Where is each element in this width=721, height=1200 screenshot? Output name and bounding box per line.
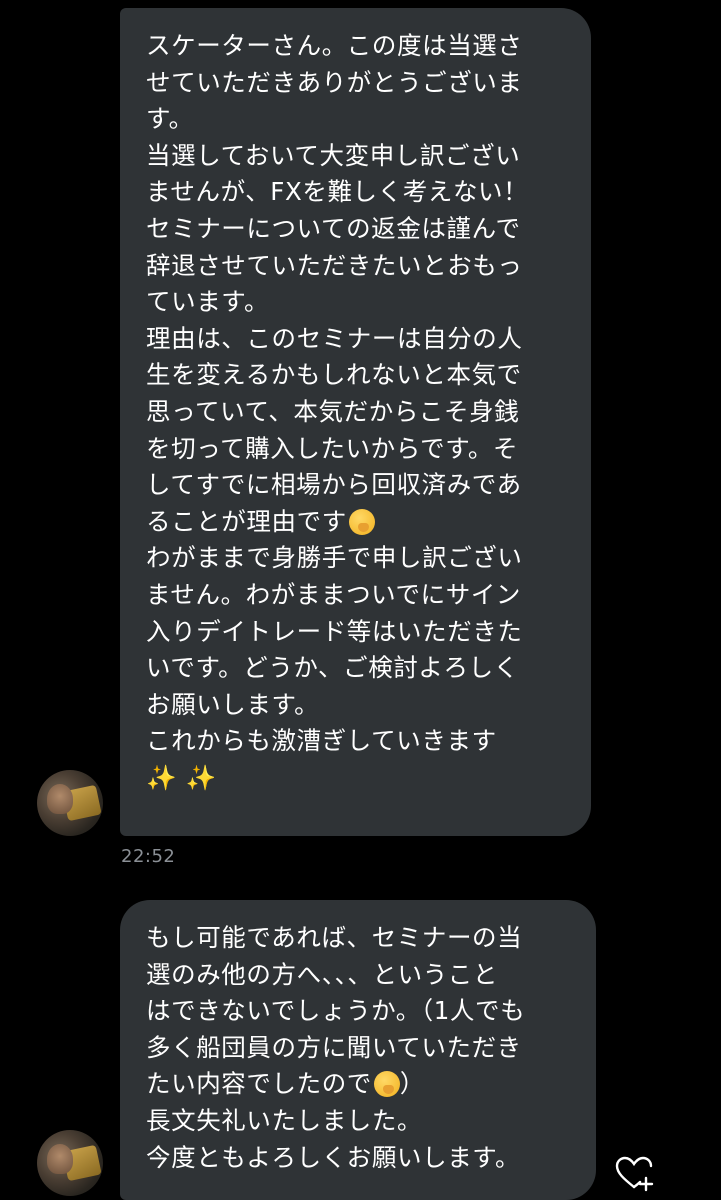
message-line-text: ることが理由です [146,506,347,536]
message-line: ることが理由です [146,504,567,541]
message-bubble[interactable]: もし可能であれば、セミナーの当 選のみ他の方へ、、、ということ はできないでしょ… [120,900,596,1200]
message-line: もし可能であれば、セミナーの当 [146,923,523,952]
sparkles-emoji-icon: ✨ ✨ [146,762,217,792]
message-line: はできないでしょうか。（1人でも [146,996,526,1026]
hand-over-mouth-emoji-icon [373,1071,400,1098]
heart-plus-icon[interactable] [614,1154,654,1194]
message-line: 入りデイトレード等はいただきた [146,616,523,646]
hand-over-mouth-emoji-icon [348,508,375,535]
message-line: 選のみ他の方へ、、、ということ [146,959,498,989]
message-line: 思っていて、本気だからこそ身銭 [146,396,520,426]
message-line: スケーターさん。この度は当選さ [146,31,523,60]
user-avatar[interactable] [37,1130,103,1196]
message-line: せていただきありがとうございま [146,67,523,97]
message-line: してすでに相場から回収済みであ [146,470,522,500]
message-line: ませんが、FXを難しく考えない！ [146,177,529,207]
message-line: す。 [146,104,194,134]
message-line: 当選しておいて大変申し訳ござい [146,140,521,170]
message-line: わがままで身勝手で申し訳ござい [146,543,523,573]
message-line: 多く船団員の方に聞いていただき [146,1032,522,1062]
message-line: ません。わがままついでにサイン [146,579,522,609]
message-line: ています。 [146,287,270,317]
message-line: これからも激漕ぎしていきます [146,726,497,756]
user-avatar[interactable] [37,770,103,836]
message-line: たい内容でしたので ） [146,1066,572,1103]
message-line-text: たい内容でしたので [146,1069,372,1099]
message-line: 長文失礼いたしました。 [146,1105,423,1135]
message-bubble[interactable]: スケーターさん。この度は当選さ せていただきありがとうございま す。 当選してお… [120,8,591,836]
message-timestamp: 22:52 [121,846,176,867]
message-line: セミナーについての返金は謹んで [146,213,521,243]
message-line: 理由は、このセミナーは自分の人 [146,323,523,353]
message-line: 辞退させていただきたいとおもっ [146,250,523,280]
message-line: お願いします。 [146,689,320,719]
message-line: いです。どうか、ご検討よろしく [146,653,519,683]
closing-paren: ） [399,1069,426,1099]
message-line: を切って購入したいからです。そ [146,433,519,463]
message-line: 生を変えるかもしれないと本気で [146,360,522,390]
message-line: 今度ともよろしくお願いします。 [146,1142,521,1172]
